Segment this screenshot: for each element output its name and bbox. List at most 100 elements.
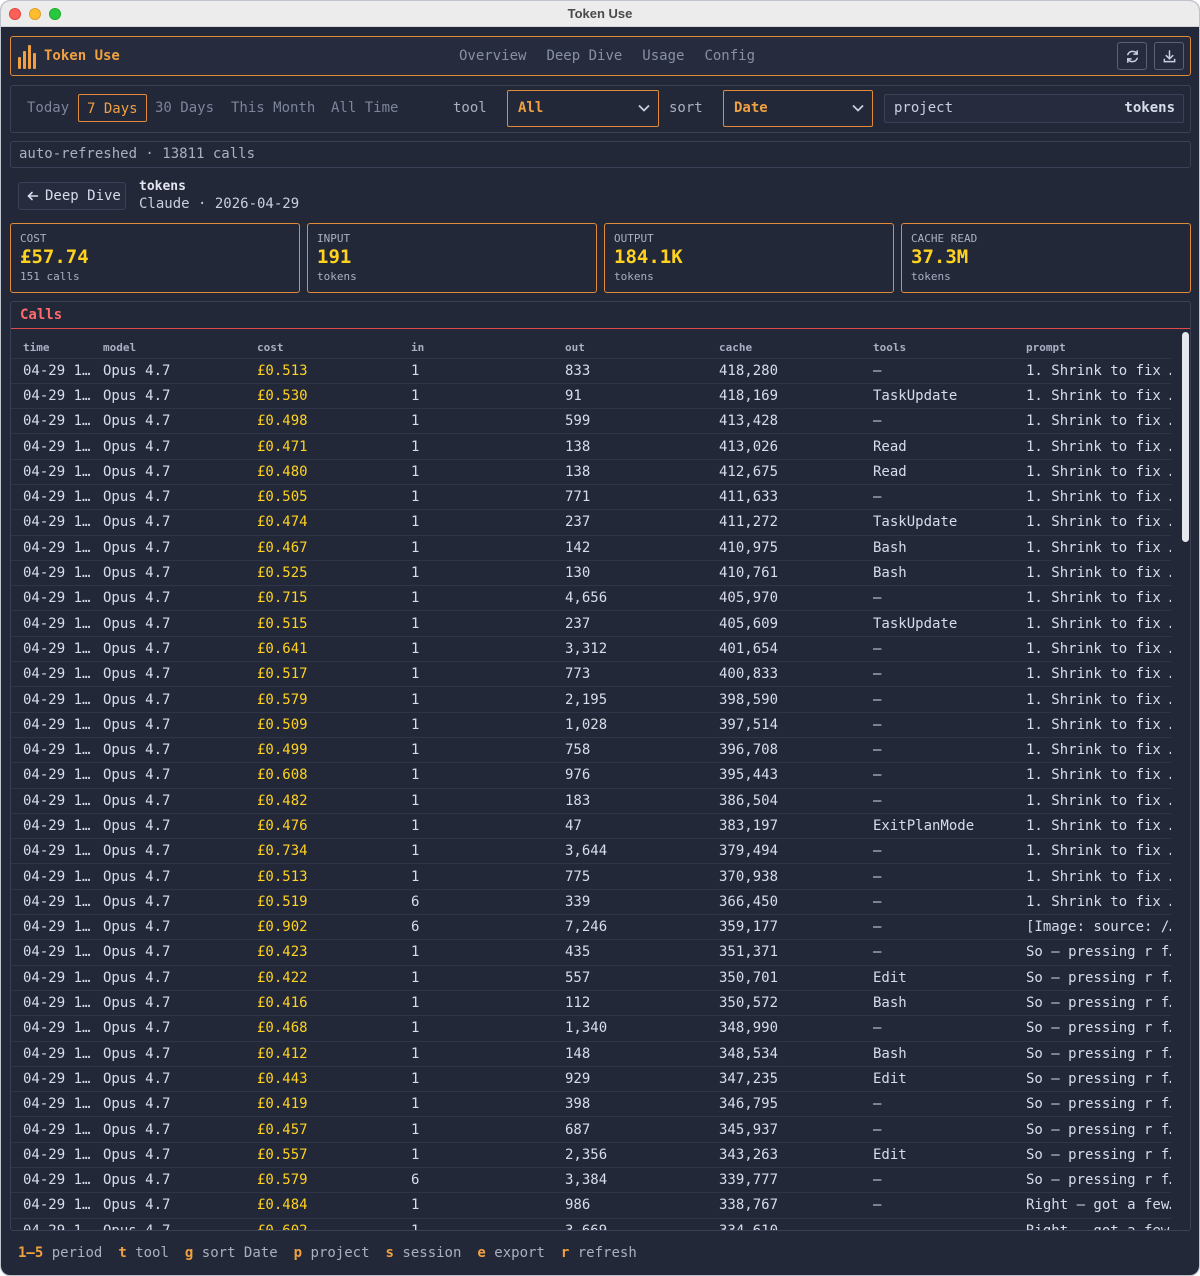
cell-cache: 395,443 — [707, 762, 861, 789]
table-row[interactable]: 04-29 1… Opus 4.7 £0.608 1 976 395,443–1. Shr… — [11, 762, 1171, 789]
sort-select[interactable]: Date — [723, 90, 873, 127]
table-row[interactable]: 04-29 1… Opus 4.7 £0.499 1 758 396,708–1. Shr… — [11, 736, 1171, 763]
nav-usage[interactable]: Usage — [642, 48, 684, 64]
cell-time: 04-29 1… — [11, 483, 91, 510]
table-row[interactable]: 04-29 1… Opus 4.7 £0.482 1 183 386,504–1. Shr… — [11, 787, 1171, 814]
table-row[interactable]: 04-29 1… Opus 4.7 £0.423 1 435 351,371– So — p… — [11, 939, 1171, 966]
cell-out: 833 — [553, 357, 707, 384]
table-row[interactable]: 04-29 1… Opus 4.7 £0.471 1 138 413,026 Read 1. … — [11, 433, 1171, 460]
table-row[interactable]: 04-29 1…Opus 4.7£0.60213,669334,610–Righ… — [11, 1217, 1171, 1230]
shortcut-project[interactable]: p project — [294, 1239, 370, 1267]
cell-model: Opus 4.7 — [91, 382, 245, 409]
minimize-window-button[interactable] — [29, 8, 41, 20]
column-header-prompt[interactable]: prompt — [1014, 330, 1171, 358]
shortcut-sort-date[interactable]: g sort Date — [185, 1239, 278, 1267]
shortcut-key: e — [477, 1245, 486, 1261]
nav-overview[interactable]: Overview — [459, 48, 526, 64]
table-row[interactable]: 04-29 1… Opus 4.7 £0.557 1 2,356 343,263 Edit S… — [11, 1141, 1171, 1168]
refresh-button[interactable] — [1117, 42, 1147, 70]
table-row[interactable]: 04-29 1… Opus 4.7 £0.412 1 148 348,534 Bash So … — [11, 1040, 1171, 1067]
project-input[interactable]: project tokens — [884, 94, 1184, 123]
table-row[interactable]: 04-29 1… Opus 4.7 £0.715 1 4,656 405,970–1. S… — [11, 585, 1171, 611]
cell-cache: 413,026 — [707, 433, 861, 460]
column-header-cache[interactable]: cache — [707, 330, 861, 358]
bar-chart-logo-icon — [18, 43, 36, 69]
table-row[interactable]: 04-29 1… Opus 4.7 £0.515 1 237 405,609 TaskUpd… — [11, 610, 1171, 637]
cell-in: 1 — [399, 762, 553, 789]
cell-model: Opus 4.7 — [91, 357, 245, 384]
cell-tools: – — [861, 1116, 1014, 1143]
cell-cost: £0.471 — [245, 433, 399, 460]
cell-tools: Bash — [861, 1040, 1014, 1067]
table-row[interactable]: 04-29 1… Opus 4.7 £0.484 1 986 338,767– Right … — [11, 1192, 1171, 1219]
cell-tools: – — [861, 1192, 1014, 1219]
export-button[interactable] — [1154, 42, 1184, 70]
cell-time: 04-29 1… — [11, 458, 91, 485]
shortcut-tool[interactable]: t tool — [118, 1239, 169, 1267]
shortcut-refresh[interactable]: r refresh — [561, 1239, 637, 1267]
period-today[interactable]: Today — [27, 94, 69, 122]
column-header-time[interactable]: time — [11, 330, 91, 358]
cell-tools: TaskUpdate — [861, 509, 1014, 536]
table-row[interactable]: 04-29 1… Opus 4.7 £0.498 1 599 413,428–1. Shr… — [11, 408, 1171, 434]
back-to-deep-dive-button[interactable]: Deep Dive — [18, 182, 126, 210]
column-header-in[interactable]: in — [399, 330, 553, 358]
table-row[interactable]: 04-29 1… Opus 4.7 £0.419 1 398 346,795– So — p… — [11, 1091, 1171, 1117]
table-row[interactable]: 04-29 1… Opus 4.7 £0.525 1 130 410,761 Bash 1. … — [11, 559, 1171, 586]
table-row[interactable]: 04-29 1… Opus 4.7 £0.902 6 7,246 359,177– [Ima… — [11, 914, 1171, 940]
table-row[interactable]: 04-29 1… Opus 4.7 £0.467 1 142 410,975 Bash 1. … — [11, 534, 1171, 561]
nav-config[interactable]: Config — [704, 48, 755, 64]
filter-bar: Today 7 Days 30 Days This Month All Time… — [10, 85, 1191, 133]
column-header-tools[interactable]: tools — [861, 330, 1014, 358]
cell-prompt: 1. Shrink to fix … — [1014, 458, 1171, 485]
period-30-days[interactable]: 30 Days — [155, 94, 214, 122]
table-row[interactable]: 04-29 1… Opus 4.7 £0.513 1 775 370,938–1. Shr… — [11, 863, 1171, 890]
cell-cache: 350,701 — [707, 964, 861, 991]
shortcut-period[interactable]: 1–5 period — [18, 1239, 102, 1267]
table-row[interactable]: 04-29 1… Opus 4.7 £0.509 1 1,028 397,514–1. S… — [11, 711, 1171, 738]
cell-cache: 397,514 — [707, 711, 861, 738]
cell-cost: £0.480 — [245, 458, 399, 485]
table-row[interactable]: 04-29 1… Opus 4.7 £0.443 1 929 347,235 Edit So … — [11, 1065, 1171, 1092]
shortcut-session[interactable]: s session — [386, 1239, 462, 1267]
table-row[interactable]: 04-29 1… Opus 4.7 £0.480 1 138 412,675 Read 1. … — [11, 458, 1171, 485]
cell-time: 04-29 1… — [11, 863, 91, 890]
table-row[interactable]: 04-29 1… Opus 4.7 £0.734 1 3,644 379,494–1. S… — [11, 838, 1171, 864]
table-row[interactable]: 04-29 1… Opus 4.7 £0.517 1 773 400,833–1. Shr… — [11, 661, 1171, 687]
period-this-month[interactable]: This Month — [231, 94, 315, 122]
table-row[interactable]: 04-29 1… Opus 4.7 £0.422 1 557 350,701 Edit So … — [11, 964, 1171, 991]
card-key: CACHE READ — [911, 232, 978, 245]
table-row[interactable]: 04-29 1… Opus 4.7 £0.474 1 237 411,272 TaskUpd… — [11, 509, 1171, 536]
period-7-days[interactable]: 7 Days — [78, 94, 147, 122]
table-row[interactable]: 04-29 1… Opus 4.7 £0.513 1 833 418,280–1. Shr… — [11, 357, 1171, 384]
table-row[interactable]: 04-29 1… Opus 4.7 £0.416 1 112 350,572 Bash So … — [11, 989, 1171, 1016]
zoom-window-button[interactable] — [49, 8, 61, 20]
scrollbar-thumb[interactable] — [1182, 332, 1189, 542]
close-window-button[interactable] — [9, 8, 21, 20]
cell-prompt: So — pressing r f… — [1014, 964, 1171, 991]
tool-select[interactable]: All — [507, 90, 659, 127]
sort-select-value: Date — [734, 100, 768, 116]
column-header-model[interactable]: model — [91, 330, 245, 358]
sort-label: sort — [669, 100, 703, 116]
table-row[interactable]: 04-29 1… Opus 4.7 £0.579 6 3,384 339,777– So —… — [11, 1166, 1171, 1193]
table-row[interactable]: 04-29 1… Opus 4.7 £0.457 1 687 345,937– So — p… — [11, 1116, 1171, 1143]
shortcut-export[interactable]: e export — [477, 1239, 544, 1267]
table-row[interactable]: 04-29 1… Opus 4.7 £0.519 6 339 366,450–1. Shr… — [11, 888, 1171, 915]
period-all-time[interactable]: All Time — [331, 94, 398, 122]
table-row[interactable]: 04-29 1… Opus 4.7 £0.641 1 3,312 401,654–1. S… — [11, 635, 1171, 662]
table-row[interactable]: 04-29 1… Opus 4.7 £0.476 1 47 383,197 ExitPlan… — [11, 812, 1171, 839]
column-header-cost[interactable]: cost — [245, 330, 399, 358]
nav-deep-dive[interactable]: Deep Dive — [546, 48, 622, 64]
column-header-out[interactable]: out — [553, 330, 707, 358]
cell-in: 1 — [399, 509, 553, 536]
table-row[interactable]: 04-29 1… Opus 4.7 £0.468 1 1,340 348,990– So —… — [11, 1015, 1171, 1042]
cell-cache: 418,169 — [707, 382, 861, 409]
cell-time: 04-29 1… — [11, 686, 91, 713]
calls-table-scroll[interactable]: time model cost in out cache tools prompt 04-29… — [11, 330, 1180, 1230]
cell-in: 1 — [399, 1217, 553, 1230]
table-row[interactable]: 04-29 1… Opus 4.7 £0.505 1 771 411,633–1. Shr… — [11, 483, 1171, 510]
table-row[interactable]: 04-29 1… Opus 4.7 £0.530 1 91 418,169 TaskUpda… — [11, 382, 1171, 409]
cell-model: Opus 4.7 — [91, 1015, 245, 1042]
table-row[interactable]: 04-29 1… Opus 4.7 £0.579 1 2,195 398,590–1. S… — [11, 686, 1171, 713]
